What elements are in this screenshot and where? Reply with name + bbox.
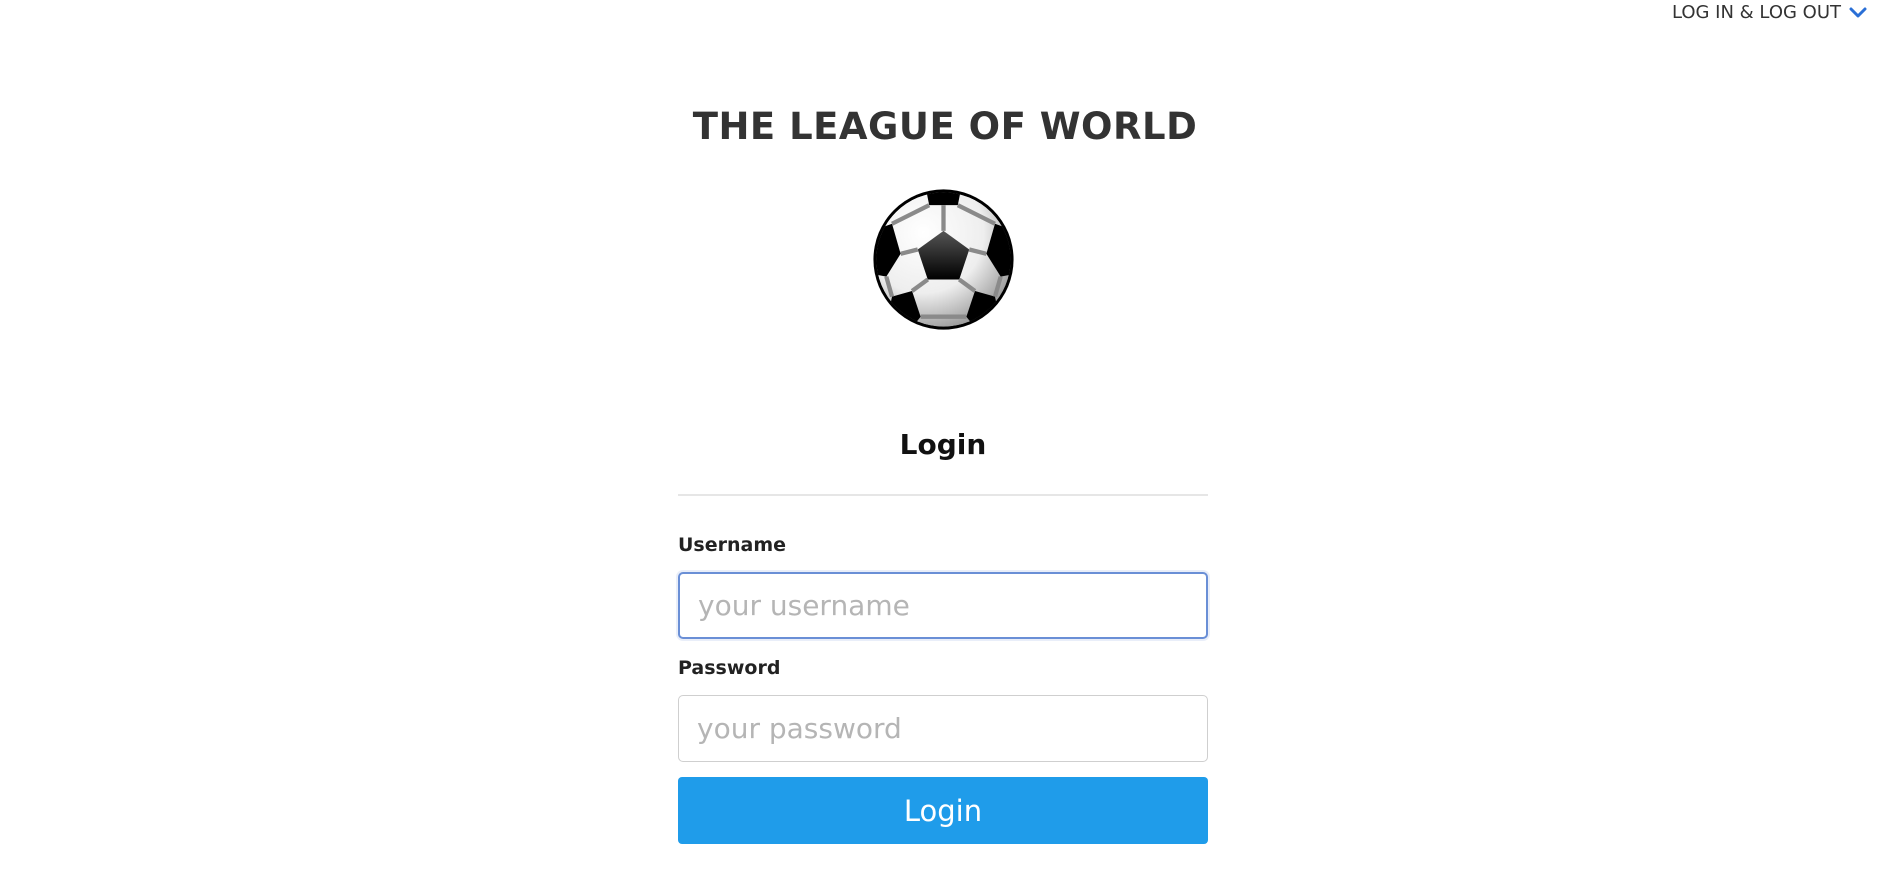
username-label: Username [678, 534, 787, 556]
site-title: THE LEAGUE OF WORLD [692, 105, 1198, 148]
login-logout-menu[interactable]: LOG IN & LOG OUT [1672, 2, 1867, 23]
password-label: Password [678, 657, 781, 679]
chevron-down-icon [1849, 7, 1867, 17]
soccer-ball-icon [873, 189, 1014, 330]
login-form: Login Username Password Login [678, 428, 1208, 844]
login-form-title: Login [899, 428, 987, 461]
form-divider [678, 494, 1208, 496]
login-logout-menu-label: LOG IN & LOG OUT [1671, 2, 1841, 23]
password-input[interactable] [678, 695, 1208, 762]
login-button[interactable]: Login [678, 777, 1208, 844]
username-input[interactable] [678, 572, 1208, 639]
